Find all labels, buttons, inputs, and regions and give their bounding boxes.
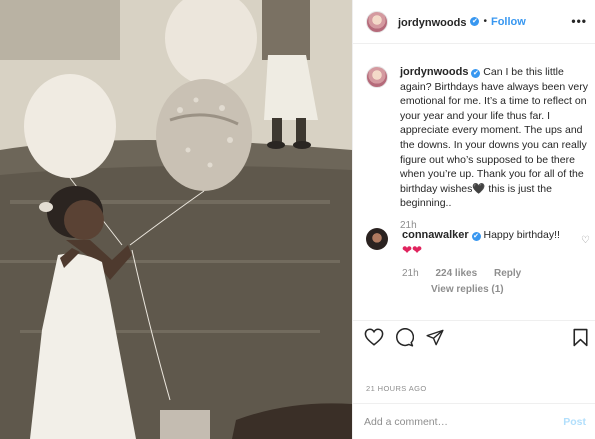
action-bar bbox=[353, 320, 595, 370]
post-sidebar: jordynwoods ✔ • Follow ••• jordynwoods ✔… bbox=[352, 0, 595, 439]
post-timestamp[interactable]: 21 HOURS AGO bbox=[366, 384, 427, 393]
view-replies-button[interactable]: View replies (1) bbox=[431, 284, 504, 295]
paper-plane-icon[interactable] bbox=[426, 329, 444, 346]
bookmark-icon[interactable] bbox=[573, 328, 588, 347]
add-comment-bar: Post bbox=[353, 403, 595, 439]
verified-badge-icon: ✔ bbox=[471, 232, 481, 241]
caption-avatar[interactable] bbox=[366, 66, 388, 88]
like-comment-heart-icon[interactable]: ♡ bbox=[581, 235, 590, 246]
post-comment-button[interactable]: Post bbox=[563, 416, 586, 428]
separator-dot: • bbox=[483, 16, 487, 27]
caption-body: jordynwoods ✔ Can I be this little again… bbox=[400, 65, 590, 211]
reply-meta: 21h 224 likes Reply bbox=[402, 268, 578, 279]
balloon-left bbox=[24, 74, 116, 178]
caption-username[interactable]: jordynwoods bbox=[400, 66, 468, 78]
reply-username[interactable]: connawalker bbox=[402, 229, 469, 241]
reply-body: connawalker ✔ Happy birthday!! ❤❤ bbox=[402, 228, 578, 258]
reply-button[interactable]: Reply bbox=[494, 268, 521, 279]
verified-badge-icon: ✔ bbox=[470, 17, 480, 26]
reply-text: Happy birthday!! bbox=[483, 229, 560, 241]
balloon-birthday bbox=[156, 79, 252, 191]
author-username[interactable]: jordynwoods bbox=[398, 13, 466, 31]
comments-section[interactable]: jordynwoods ✔ Can I be this little again… bbox=[353, 44, 595, 320]
comment-bubble-icon[interactable] bbox=[395, 328, 414, 347]
comment-input[interactable] bbox=[364, 415, 564, 428]
reply-time[interactable]: 21h bbox=[402, 268, 419, 279]
post-header: jordynwoods ✔ • Follow ••• bbox=[353, 0, 595, 44]
reply-comment: connawalker ✔ Happy birthday!! ❤❤ 21h 22… bbox=[366, 228, 580, 279]
post-photo[interactable] bbox=[0, 0, 352, 439]
follow-button[interactable]: Follow bbox=[491, 16, 526, 28]
reply-hearts: ❤❤ bbox=[402, 242, 423, 257]
photo-illustration bbox=[0, 0, 352, 439]
reply-avatar[interactable] bbox=[366, 228, 388, 250]
reply-likes[interactable]: 224 likes bbox=[435, 268, 477, 279]
caption-comment: jordynwoods ✔ Can I be this little again… bbox=[366, 66, 590, 231]
more-options-icon[interactable]: ••• bbox=[571, 14, 587, 28]
caption-text: Can I be this little again? Birthdays ha… bbox=[400, 66, 588, 210]
verified-badge-icon: ✔ bbox=[471, 69, 481, 78]
author-avatar[interactable] bbox=[366, 10, 388, 33]
heart-outline-icon[interactable] bbox=[364, 328, 384, 346]
